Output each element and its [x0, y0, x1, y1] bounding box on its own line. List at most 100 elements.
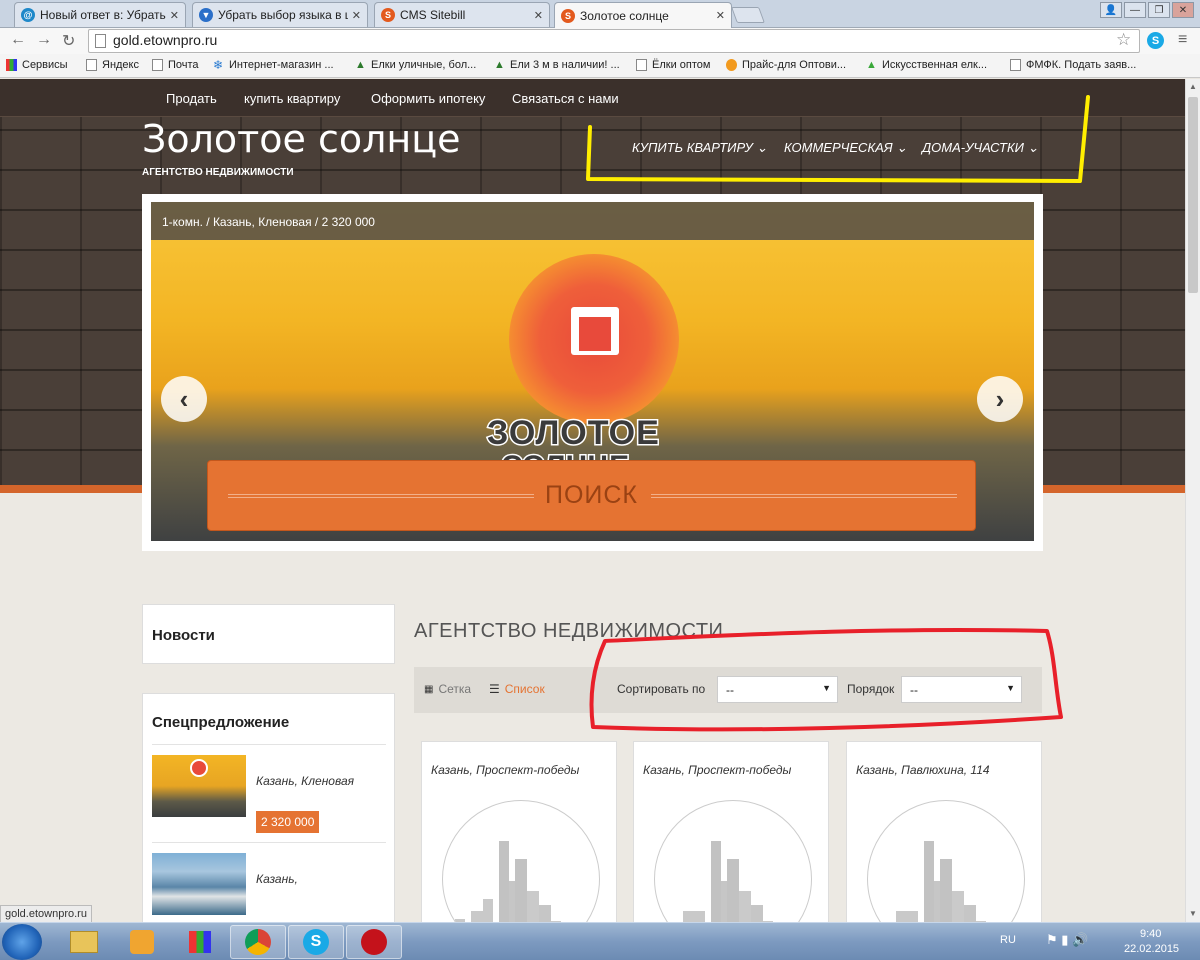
decorative-line: [651, 494, 957, 498]
nav-link-buy-apartment[interactable]: купить квартиру: [244, 91, 340, 106]
url-input[interactable]: gold.etownpro.ru: [88, 29, 1140, 53]
list-view-toggle[interactable]: ☰ Список: [489, 682, 545, 696]
close-window-button[interactable]: ✕: [1172, 2, 1194, 18]
close-icon[interactable]: ✕: [534, 9, 543, 22]
property-thumbnail[interactable]: [152, 853, 246, 915]
search-button[interactable]: ПОИСК: [207, 460, 976, 531]
sitebill-icon: S: [381, 8, 395, 22]
nav-link-sell[interactable]: Продать: [166, 91, 217, 106]
reload-icon[interactable]: ↻: [62, 31, 75, 51]
page-icon: [152, 59, 163, 71]
bookmark-item[interactable]: ▲ Ели 3 м в наличии! ...: [494, 59, 620, 71]
tree-icon: ▲: [355, 59, 366, 71]
bookmark-item[interactable]: ФМФК. Подать заяв...: [1010, 59, 1136, 71]
listing-address[interactable]: Казань, Проспект-победы: [431, 763, 579, 777]
snowflake-icon: ❄: [213, 58, 224, 72]
clock-time[interactable]: 9:40: [1140, 928, 1161, 940]
bookmark-item[interactable]: Сервисы: [6, 59, 68, 71]
address-toolbar: ← → ↻ gold.etownpro.ru ☆ S ≡: [0, 28, 1200, 54]
window-controls: 👤 — ❐ ✕: [1100, 2, 1194, 18]
bookmark-item[interactable]: ▲ Искусственная елк...: [866, 59, 987, 71]
bookmark-label: Сервисы: [22, 59, 68, 71]
special-offer-address[interactable]: Казань,: [256, 872, 298, 886]
chrome-icon[interactable]: [230, 925, 286, 959]
slider-next-button[interactable]: ›: [977, 376, 1023, 422]
slider-prev-button[interactable]: ‹: [161, 376, 207, 422]
bookmark-label: Почта: [168, 59, 199, 71]
clock-date[interactable]: 22.02.2015: [1124, 943, 1179, 955]
tab-title: Убрать выбор языка в ш: [218, 8, 348, 22]
back-icon[interactable]: ←: [10, 31, 26, 49]
browser-tab[interactable]: ▼ Убрать выбор языка в ш ✕: [192, 2, 368, 27]
slide[interactable]: 1-комн. / Казань, Кленовая / 2 320 000 З…: [151, 202, 1034, 541]
bookmark-item[interactable]: Ёлки оптом: [636, 59, 710, 71]
nav-link-mortgage[interactable]: Оформить ипотеку: [371, 91, 485, 106]
bookmark-label: Интернет-магазин ...: [229, 59, 334, 71]
bookmark-item[interactable]: Яндекс: [86, 59, 139, 71]
special-offer-item[interactable]: Казань,: [152, 842, 386, 922]
media-player-icon[interactable]: [114, 925, 170, 959]
sitebill-icon: S: [561, 8, 575, 23]
close-icon[interactable]: ✕: [716, 9, 725, 22]
building-icon: [571, 307, 619, 355]
property-thumbnail[interactable]: [152, 755, 246, 817]
language-indicator[interactable]: RU: [1000, 934, 1016, 946]
special-offer-heading: Спецпредложение: [152, 714, 290, 731]
list-view-label: Список: [504, 682, 545, 696]
bookmark-label: ФМФК. Подать заяв...: [1026, 59, 1137, 71]
tree-icon: ▲: [494, 59, 505, 71]
bookmark-item[interactable]: Прайс-для Оптови...: [726, 59, 846, 71]
special-offer-item[interactable]: Казань, Кленовая 2 320 000: [152, 744, 386, 842]
listing-address[interactable]: Казань, Проспект-победы: [643, 763, 791, 777]
bookmark-item[interactable]: ▲ Елки уличные, бол...: [355, 59, 476, 71]
tray-icons[interactable]: ⚑ ▮ 🔊: [1046, 932, 1088, 948]
menu-icon[interactable]: ≡: [1178, 31, 1187, 49]
site-logo[interactable]: Золотое солнце: [142, 117, 461, 161]
price-badge: 2 320 000: [256, 811, 320, 833]
grid-icon: ▦: [424, 683, 434, 695]
scroll-up-icon[interactable]: ▲: [1189, 82, 1197, 91]
search-button-label: ПОИСК: [544, 481, 638, 509]
explorer-icon[interactable]: [56, 925, 112, 959]
brand-text-line1: ЗОЛОТОЕ: [486, 413, 661, 454]
scrollbar-thumb[interactable]: [1188, 97, 1198, 293]
restore-button[interactable]: ❐: [1148, 2, 1170, 18]
close-icon[interactable]: ✕: [170, 9, 179, 22]
skype-icon[interactable]: S: [288, 925, 344, 959]
listing-address[interactable]: Казань, Павлюхина, 114: [856, 763, 990, 777]
grid-view-toggle[interactable]: ▦ Сетка: [424, 682, 471, 696]
special-offer-address[interactable]: Казань, Кленовая: [256, 774, 354, 788]
apps-grid-icon[interactable]: [172, 925, 228, 959]
close-icon[interactable]: ✕: [352, 9, 361, 22]
new-tab-button[interactable]: [731, 7, 765, 23]
forward-icon[interactable]: →: [36, 31, 52, 49]
opera-icon[interactable]: [346, 925, 402, 959]
status-bar-url: gold.etownpro.ru: [0, 905, 92, 923]
listing-card[interactable]: Казань, Проспект-победы: [421, 741, 617, 922]
listing-card[interactable]: Казань, Павлюхина, 114: [846, 741, 1042, 922]
chevron-right-icon: ›: [995, 383, 1005, 414]
bookmark-label: Елки уличные, бол...: [371, 59, 477, 71]
page-icon: [95, 34, 106, 48]
skype-icon[interactable]: S: [1147, 32, 1164, 49]
listing-card[interactable]: Казань, Проспект-победы: [633, 741, 829, 922]
no-photo-placeholder-icon: [654, 800, 812, 922]
news-heading[interactable]: Новости: [152, 627, 385, 644]
list-icon: ☰: [489, 682, 500, 696]
vertical-scrollbar[interactable]: ▲ ▼: [1185, 79, 1200, 922]
start-button[interactable]: [2, 924, 42, 960]
decorative-line: [228, 494, 534, 498]
user-icon[interactable]: 👤: [1100, 2, 1122, 18]
slide-caption[interactable]: 1-комн. / Казань, Кленовая / 2 320 000: [151, 202, 1034, 240]
browser-tab[interactable]: @ Новый ответ в: Убрать вы ✕: [14, 2, 186, 27]
scroll-down-icon[interactable]: ▼: [1189, 909, 1197, 918]
windows-taskbar: S RU ⚑ ▮ 🔊 9:40 22.02.2015: [0, 922, 1200, 960]
bookmark-label: Ели 3 м в наличии! ...: [510, 59, 620, 71]
browser-tab[interactable]: S CMS Sitebill ✕: [374, 2, 550, 27]
bookmark-item[interactable]: Почта: [152, 59, 199, 71]
browser-tab-active[interactable]: S Золотое солнце ✕: [554, 2, 732, 28]
bookmark-star-icon[interactable]: ☆: [1116, 30, 1131, 50]
browser-tab-strip: @ Новый ответ в: Убрать вы ✕ ▼ Убрать вы…: [0, 0, 1200, 28]
bookmark-item[interactable]: ❄ Интернет-магазин ...: [213, 59, 334, 71]
minimize-button[interactable]: —: [1124, 2, 1146, 18]
